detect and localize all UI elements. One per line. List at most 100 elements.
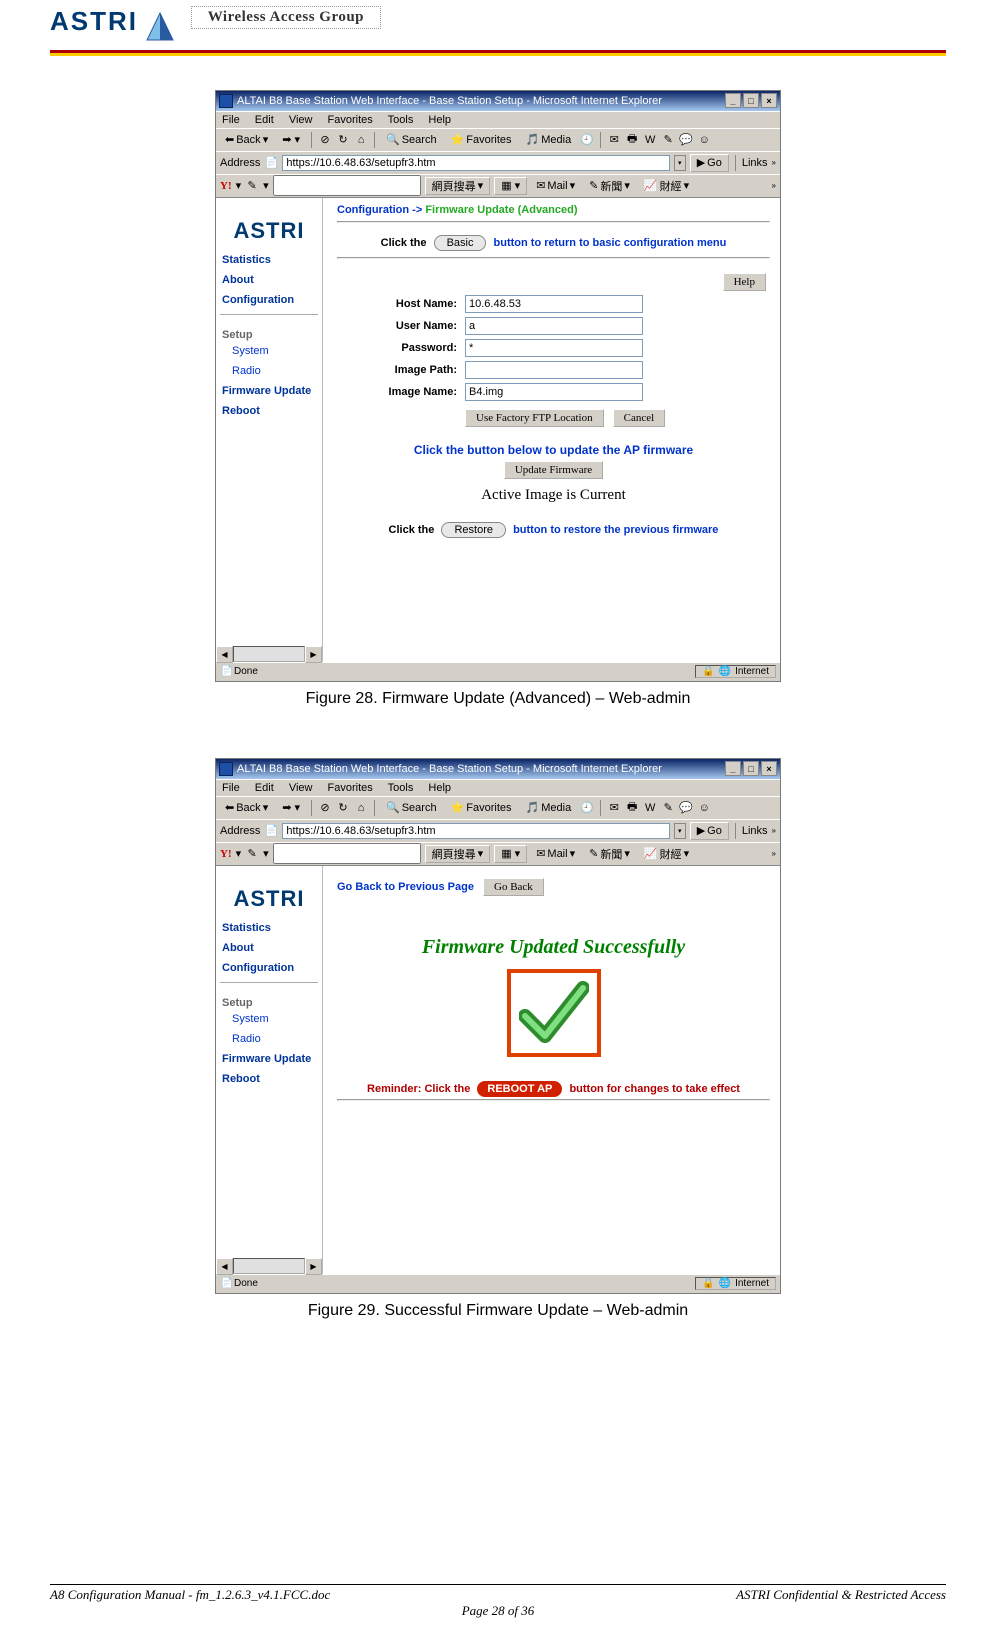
password-input[interactable] bbox=[465, 339, 643, 357]
search-button[interactable]: 🔍 Search bbox=[381, 131, 442, 149]
yahoo-news-button[interactable]: ✎ 新聞 ▾ bbox=[584, 177, 635, 195]
smiley-icon[interactable]: ☺ bbox=[697, 801, 711, 815]
scroll-right-button[interactable]: ▶ bbox=[305, 1258, 322, 1275]
imagepath-input[interactable] bbox=[465, 361, 643, 379]
reboot-ap-button[interactable]: REBOOT AP bbox=[477, 1081, 562, 1097]
menu-tools[interactable]: Tools bbox=[388, 114, 414, 126]
pencil-icon[interactable]: ✎ bbox=[245, 179, 259, 193]
menu-edit[interactable]: Edit bbox=[255, 114, 274, 126]
menu-tools[interactable]: Tools bbox=[388, 782, 414, 794]
basic-button[interactable]: Basic bbox=[434, 235, 487, 251]
forward-button[interactable]: ➡ ▾ bbox=[277, 131, 305, 149]
menu-file[interactable]: File bbox=[222, 114, 240, 126]
favorites-button[interactable]: ⭐ Favorites bbox=[446, 131, 517, 149]
refresh-icon[interactable]: ↻ bbox=[336, 801, 350, 815]
nav-system[interactable]: System bbox=[220, 341, 318, 361]
history-icon[interactable]: 🕘 bbox=[580, 801, 594, 815]
menu-view[interactable]: View bbox=[289, 114, 313, 126]
yahoo-finance-button[interactable]: 📈 財經 ▾ bbox=[639, 177, 694, 195]
minimize-button[interactable]: _ bbox=[725, 761, 741, 776]
refresh-icon[interactable]: ↻ bbox=[336, 133, 350, 147]
history-icon[interactable]: 🕘 bbox=[580, 133, 594, 147]
address-input[interactable] bbox=[282, 155, 669, 171]
websearch-button[interactable]: 網頁搜尋 ▾ bbox=[425, 845, 491, 863]
scroll-left-button[interactable]: ◀ bbox=[216, 1258, 233, 1275]
menu-view[interactable]: View bbox=[289, 782, 313, 794]
menu-edit[interactable]: Edit bbox=[255, 782, 274, 794]
close-button[interactable]: × bbox=[761, 93, 777, 108]
mail-icon[interactable]: ✉ bbox=[607, 801, 621, 815]
address-input[interactable] bbox=[282, 823, 669, 839]
yahoo-search-input[interactable] bbox=[273, 175, 421, 196]
word-icon[interactable]: W bbox=[643, 801, 657, 815]
print-icon[interactable]: 🖶 bbox=[625, 133, 639, 147]
discuss-icon[interactable]: 💬 bbox=[679, 801, 693, 815]
yahoo-app-button[interactable]: ▦ ▾ bbox=[494, 177, 527, 195]
media-button[interactable]: 🎵 Media bbox=[521, 799, 577, 817]
nav-about[interactable]: About bbox=[220, 270, 318, 290]
forward-button[interactable]: ➡ ▾ bbox=[277, 799, 305, 817]
maximize-button[interactable]: □ bbox=[743, 93, 759, 108]
address-dropdown[interactable]: ▾ bbox=[674, 823, 686, 839]
host-input[interactable] bbox=[465, 295, 643, 313]
yahoo-app-button[interactable]: ▦ ▾ bbox=[494, 845, 527, 863]
menu-help[interactable]: Help bbox=[428, 782, 451, 794]
search-button[interactable]: 🔍 Search bbox=[381, 799, 442, 817]
nav-firmware-update[interactable]: Firmware Update bbox=[220, 381, 318, 401]
word-icon[interactable]: W bbox=[643, 133, 657, 147]
go-button[interactable]: ▶ Go bbox=[690, 822, 729, 840]
scroll-left-button[interactable]: ◀ bbox=[216, 646, 233, 663]
nav-radio[interactable]: Radio bbox=[220, 361, 318, 381]
back-button[interactable]: ⬅ Back ▾ bbox=[220, 131, 273, 149]
scroll-right-button[interactable]: ▶ bbox=[305, 646, 322, 663]
nav-reboot[interactable]: Reboot bbox=[220, 1069, 318, 1089]
stop-icon[interactable]: ⊘ bbox=[318, 133, 332, 147]
nav-configuration[interactable]: Configuration bbox=[220, 958, 318, 978]
yahoo-brand[interactable]: Y! bbox=[220, 180, 232, 192]
smiley-icon[interactable]: ☺ bbox=[697, 133, 711, 147]
pencil-icon[interactable]: ✎ bbox=[245, 847, 259, 861]
update-firmware-button[interactable]: Update Firmware bbox=[504, 461, 603, 479]
close-button[interactable]: × bbox=[761, 761, 777, 776]
menu-help[interactable]: Help bbox=[428, 114, 451, 126]
edit-icon[interactable]: ✎ bbox=[661, 801, 675, 815]
use-factory-button[interactable]: Use Factory FTP Location bbox=[465, 409, 604, 427]
minimize-button[interactable]: _ bbox=[725, 93, 741, 108]
yahoo-mail-button[interactable]: ✉ Mail ▾ bbox=[531, 845, 580, 863]
goback-button[interactable]: Go Back bbox=[483, 878, 544, 896]
links-label[interactable]: Links bbox=[742, 157, 768, 169]
back-button[interactable]: ⬅ Back ▾ bbox=[220, 799, 273, 817]
menu-favorites[interactable]: Favorites bbox=[328, 782, 373, 794]
stop-icon[interactable]: ⊘ bbox=[318, 801, 332, 815]
yahoo-brand[interactable]: Y! bbox=[220, 848, 232, 860]
imagename-input[interactable] bbox=[465, 383, 643, 401]
nav-radio[interactable]: Radio bbox=[220, 1029, 318, 1049]
favorites-button[interactable]: ⭐ Favorites bbox=[446, 799, 517, 817]
cancel-button[interactable]: Cancel bbox=[613, 409, 666, 427]
websearch-button[interactable]: 網頁搜尋 ▾ bbox=[425, 177, 491, 195]
nav-firmware-update[interactable]: Firmware Update bbox=[220, 1049, 318, 1069]
home-icon[interactable]: ⌂ bbox=[354, 133, 368, 147]
yahoo-search-input[interactable] bbox=[273, 843, 421, 864]
yahoo-mail-button[interactable]: ✉ Mail ▾ bbox=[531, 177, 580, 195]
user-input[interactable] bbox=[465, 317, 643, 335]
media-button[interactable]: 🎵 Media bbox=[521, 131, 577, 149]
nav-system[interactable]: System bbox=[220, 1009, 318, 1029]
nav-statistics[interactable]: Statistics bbox=[220, 918, 318, 938]
maximize-button[interactable]: □ bbox=[743, 761, 759, 776]
address-dropdown[interactable]: ▾ bbox=[674, 155, 686, 171]
home-icon[interactable]: ⌂ bbox=[354, 801, 368, 815]
yahoo-finance-button[interactable]: 📈 財經 ▾ bbox=[639, 845, 694, 863]
nav-configuration[interactable]: Configuration bbox=[220, 290, 318, 310]
restore-button[interactable]: Restore bbox=[441, 522, 506, 538]
nav-about[interactable]: About bbox=[220, 938, 318, 958]
help-button[interactable]: Help bbox=[723, 273, 766, 291]
nav-reboot[interactable]: Reboot bbox=[220, 401, 318, 421]
nav-statistics[interactable]: Statistics bbox=[220, 250, 318, 270]
menu-favorites[interactable]: Favorites bbox=[328, 114, 373, 126]
discuss-icon[interactable]: 💬 bbox=[679, 133, 693, 147]
yahoo-news-button[interactable]: ✎ 新聞 ▾ bbox=[584, 845, 635, 863]
go-button[interactable]: ▶ Go bbox=[690, 154, 729, 172]
edit-icon[interactable]: ✎ bbox=[661, 133, 675, 147]
menu-file[interactable]: File bbox=[222, 782, 240, 794]
